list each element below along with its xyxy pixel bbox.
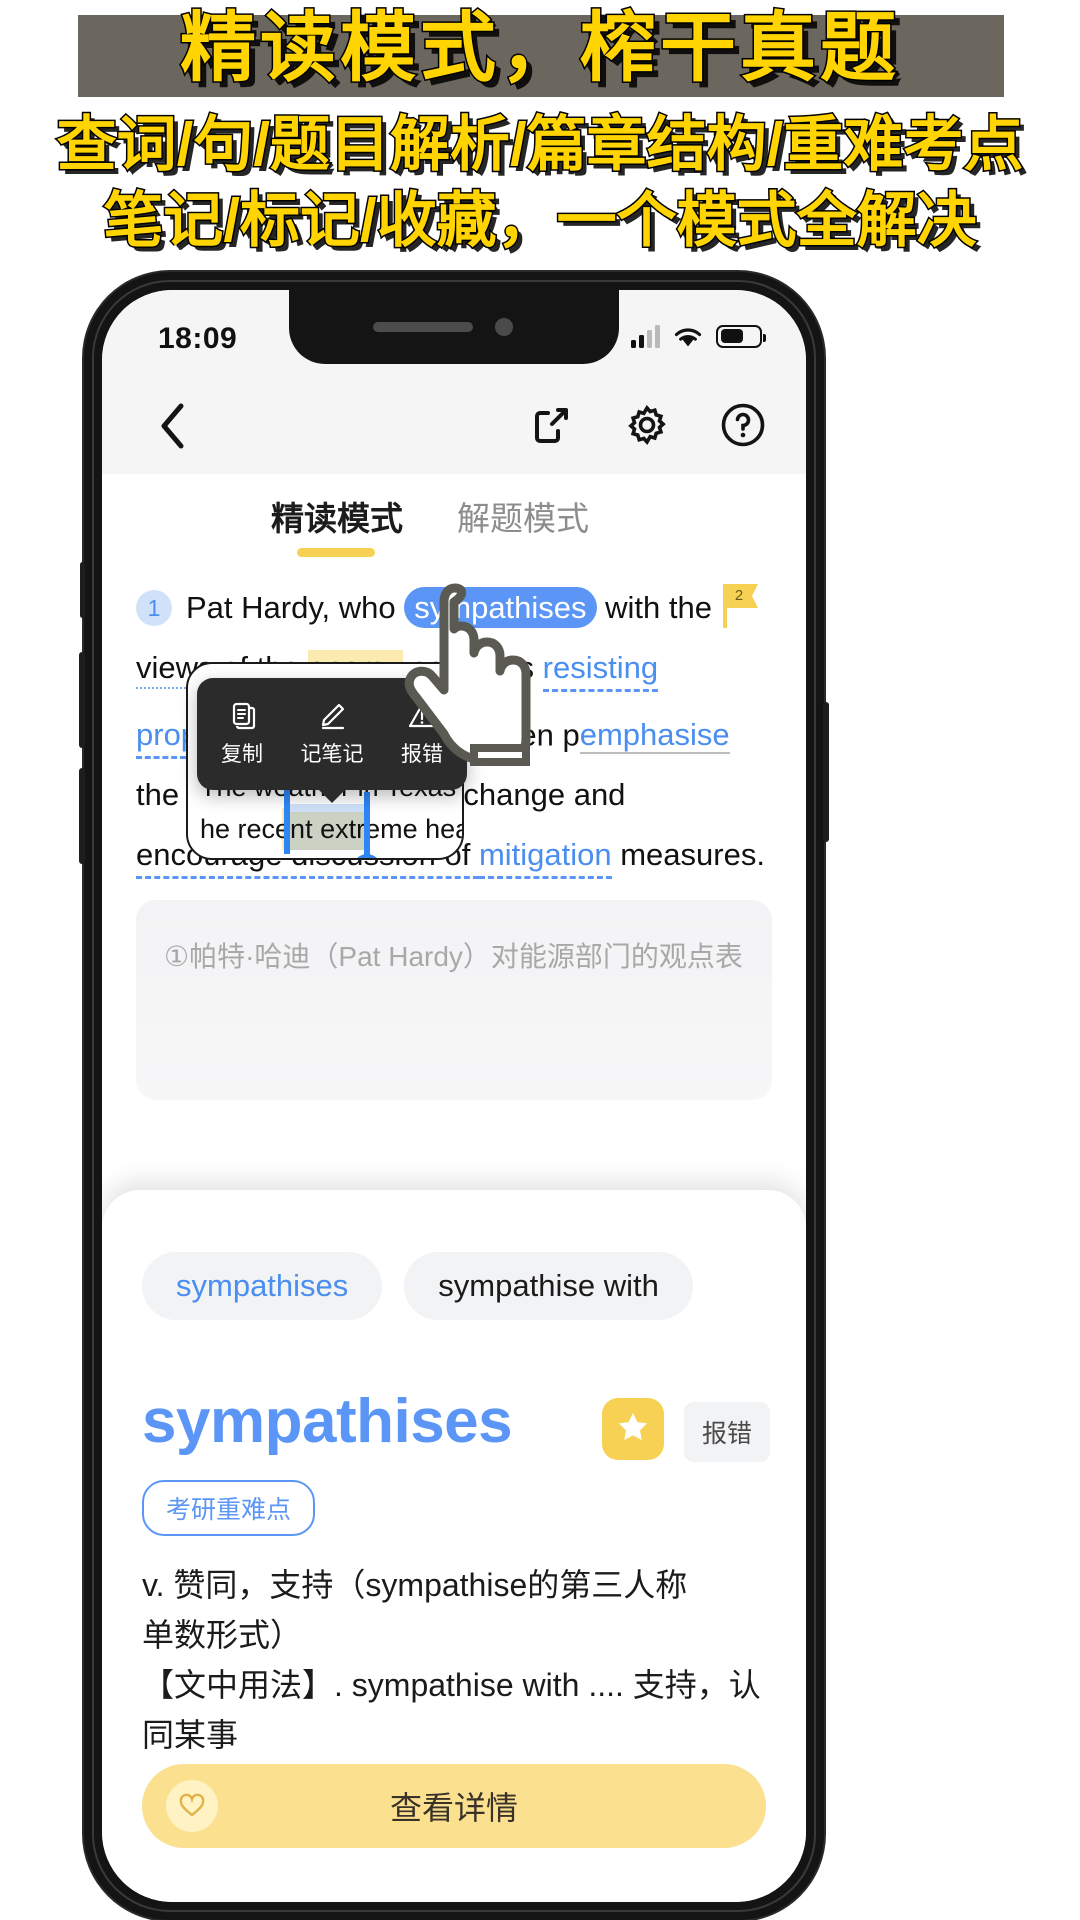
tab-intensive-reading[interactable]: 精读模式 (262, 492, 412, 540)
phone-power-button (823, 702, 829, 842)
selection-text-after: heat, but t (425, 814, 462, 844)
app-navbar (102, 376, 806, 474)
phone-screen: 18:09 精读模式 解题模式 1 Pat Hardy, who sympath… (102, 290, 806, 1902)
selection-line-2: he recent extreme heat, but t (200, 814, 462, 845)
definition-line-2: 单数形式） (142, 1617, 303, 1653)
word-form-chips: sympathises sympathise with (142, 1252, 693, 1320)
phone-notch (289, 290, 619, 364)
definition-line-3: 【文中用法】. sympathise with .... 支持，认 (142, 1667, 761, 1703)
star-icon (616, 1410, 650, 1449)
selected-word-sympathises[interactable]: sympathises (404, 587, 597, 628)
article-text-1: Pat Hardy, who (186, 590, 405, 625)
dictionary-sheet: sympathises sympathise with sympathises … (102, 1190, 806, 1902)
svg-text:2: 2 (735, 587, 743, 604)
question-circle-icon[interactable] (716, 398, 770, 452)
article-word-emphasise[interactable]: emphasise (579, 717, 730, 755)
phone-mockup: 18:09 精读模式 解题模式 1 Pat Hardy, who sympath… (79, 272, 829, 1920)
selection-text-before: he recent (200, 814, 321, 844)
context-menu-label-note: 记笔记 (300, 743, 364, 766)
heart-badge-icon (166, 1780, 218, 1832)
chip-sympathises[interactable]: sympathises (142, 1252, 383, 1320)
context-menu-item-report[interactable]: 报错 (380, 700, 464, 768)
cellular-signal-icon (631, 324, 660, 348)
dictionary-headword: sympathises (142, 1387, 513, 1456)
context-menu-label-copy: 复制 (221, 743, 263, 766)
dictionary-definition: v. 赞同，支持（sympathise的第三人称 单数形式） 【文中用法】. s… (142, 1560, 762, 1760)
wifi-icon (673, 325, 703, 348)
translation-text: ①帕特·哈迪（Pat Hardy）对能源部门的观点表 (164, 941, 743, 972)
status-badge-keyword: 考研重难点 (142, 1480, 316, 1536)
article-text-10: measures. (611, 837, 765, 873)
definition-line-4: 同某事 (142, 1717, 239, 1753)
warning-triangle-icon (406, 700, 438, 732)
share-icon[interactable] (524, 398, 578, 452)
chip-sympathise-with[interactable]: sympathise with (404, 1252, 693, 1320)
view-details-label: 查看详情 (389, 1790, 518, 1826)
promo-subline-1: 查词/句/题目解析/篇章结构/重难考点 (55, 110, 1025, 180)
view-details-button[interactable]: 查看详情 (142, 1764, 766, 1848)
status-indicators (631, 324, 766, 348)
status-time: 18:09 (158, 322, 238, 355)
text-context-menu: 复制 记笔记 报错 (197, 678, 467, 790)
tab-problem-solving[interactable]: 解题模式 (448, 492, 598, 540)
phone-mute-switch (80, 562, 85, 618)
promo-headline: 精读模式，榨干真题 (179, 5, 900, 93)
pencil-icon (316, 700, 348, 732)
bookmark-flag-icon[interactable]: 2 (722, 582, 762, 630)
translation-panel[interactable]: ①帕特·哈迪（Pat Hardy）对能源部门的观点表 (136, 900, 772, 1100)
context-menu-item-note[interactable]: 记笔记 (290, 700, 374, 768)
earpiece-speaker (373, 322, 473, 332)
front-camera (495, 318, 513, 336)
copy-icon (226, 700, 258, 732)
selection-handle-right[interactable] (353, 792, 381, 858)
article-word-mitigation[interactable]: mitigation (478, 837, 612, 880)
mode-tabs: 精读模式 解题模式 (102, 474, 806, 578)
tab-active-indicator (297, 548, 375, 557)
battery-icon (716, 324, 766, 348)
definition-line-1: v. 赞同，支持（sympathise的第三人称 (142, 1567, 688, 1603)
context-menu-item-copy[interactable]: 复制 (200, 700, 284, 768)
promo-subline-2: 笔记/标记/收藏，一个模式全解决 (102, 186, 978, 256)
navbar-actions (524, 398, 770, 452)
paragraph-marker: 1 (136, 590, 172, 626)
phone-volume-up-button (79, 652, 85, 748)
promo-header: 精读模式，榨干真题 查词/句/题目解析/篇章结构/重难考点 笔记/标记/收藏，一… (0, 0, 1080, 268)
report-error-button[interactable]: 报错 (683, 1402, 770, 1462)
gear-icon[interactable] (620, 398, 674, 452)
context-menu-bar: 复制 记笔记 报错 (197, 678, 467, 790)
article-text-6a: p (562, 717, 580, 753)
context-menu-label-report: 报错 (401, 743, 443, 766)
back-button[interactable] (146, 400, 198, 452)
phone-volume-down-button (79, 768, 85, 864)
favorite-star-button[interactable] (602, 1398, 664, 1460)
article-text-2: with the (596, 590, 712, 625)
